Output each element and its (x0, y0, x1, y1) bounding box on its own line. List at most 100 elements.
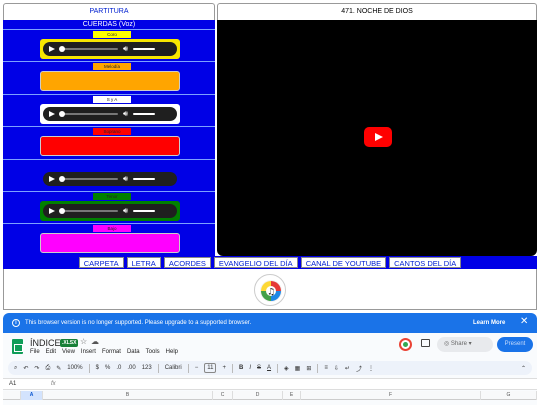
volume-icon[interactable]: 🔊︎ (123, 109, 128, 118)
volume-slider[interactable] (133, 210, 156, 212)
currency-button[interactable]: $ (96, 365, 99, 371)
present-button[interactable]: Present (497, 337, 533, 352)
name-box[interactable]: A1 (9, 379, 16, 390)
audio-player[interactable]: 🔊︎ (43, 106, 177, 121)
play-icon[interactable] (49, 110, 55, 117)
share-label: Share (450, 341, 467, 347)
print-icon[interactable]: ⎙ (45, 365, 50, 372)
formula-bar[interactable]: A1 fx (3, 378, 537, 390)
logo-area: ♫ (3, 269, 537, 310)
seek-slider[interactable] (59, 208, 118, 214)
align-icon[interactable]: ≡ (324, 365, 328, 371)
voice-color-bar[interactable] (40, 136, 180, 157)
volume-icon[interactable]: 🔊︎ (123, 207, 128, 215)
more-icon[interactable]: ⋮ (368, 365, 374, 372)
youtube-play-button[interactable] (364, 127, 392, 147)
comment-icon[interactable] (421, 339, 430, 347)
nav-canal-youtube[interactable]: CANAL DE YOUTUBE (300, 257, 387, 268)
share-button[interactable]: ◎ Share ▾ (437, 337, 493, 352)
menu-file[interactable]: File (30, 349, 40, 355)
nav-evangelio[interactable]: EVANGELIO DEL DÍA (213, 257, 298, 268)
chevron-up-icon[interactable]: ⌃ (521, 365, 526, 372)
font-size-decrease-button[interactable]: − (195, 365, 199, 371)
menu-data[interactable]: Data (127, 349, 140, 355)
menu-help[interactable]: Help (166, 349, 178, 355)
seek-slider[interactable] (59, 46, 118, 52)
number-format-button[interactable]: 123 (142, 365, 152, 371)
merge-cells-icon[interactable]: ⊞ (306, 365, 311, 372)
nav-carpeta[interactable]: CARPETA (78, 257, 124, 268)
undo-icon[interactable]: ↶ (23, 365, 28, 372)
audio-player[interactable]: 🔊︎ (43, 204, 177, 218)
font-select[interactable]: Calibri (165, 365, 182, 371)
menu-edit[interactable]: Edit (46, 349, 56, 355)
cloud-status-icon[interactable]: ☁ (91, 337, 99, 346)
volume-slider[interactable] (133, 48, 156, 50)
avatar[interactable] (399, 338, 412, 351)
column-header-b[interactable]: B (43, 391, 213, 400)
nav-cantos-del-dia[interactable]: CANTOS DEL DÍA (389, 257, 462, 268)
paint-format-icon[interactable]: ✎ (56, 365, 61, 372)
audio-player-frame: 🔊︎ (40, 201, 180, 221)
seek-knob[interactable] (59, 175, 65, 182)
star-icon[interactable]: ☆ (80, 337, 87, 346)
italic-icon[interactable]: I (249, 365, 251, 371)
zoom-select[interactable]: 100% (67, 365, 82, 371)
column-header-a[interactable]: A (21, 391, 43, 400)
font-size-increase-button[interactable]: + (222, 365, 226, 371)
globe-icon: ◎ (444, 341, 451, 347)
search-icon[interactable]: ⌕ (14, 365, 17, 372)
decrease-decimal-button[interactable]: .0 (116, 365, 121, 371)
document-title[interactable]: ÍNDICE (30, 338, 61, 348)
rotate-icon[interactable]: ⤴ (356, 364, 362, 373)
menu-tools[interactable]: Tools (146, 349, 160, 355)
bold-icon[interactable]: B (239, 365, 243, 371)
play-icon[interactable] (49, 46, 55, 52)
column-header-f[interactable]: F (301, 391, 481, 400)
column-header-c[interactable]: C (213, 391, 233, 400)
menu-format[interactable]: Format (102, 349, 121, 355)
nav-letra[interactable]: LETRA (126, 257, 161, 268)
voice-row: Soprano (3, 126, 215, 158)
menu-insert[interactable]: Insert (81, 349, 96, 355)
voice-label (93, 160, 131, 168)
close-icon[interactable]: ✕ (520, 317, 528, 327)
seek-knob[interactable] (59, 208, 65, 214)
menu-view[interactable]: View (62, 349, 75, 355)
seek-knob[interactable] (59, 110, 65, 117)
seek-slider[interactable] (59, 175, 118, 182)
audio-player[interactable]: 🔊︎ (43, 171, 177, 186)
column-header-e[interactable]: E (283, 391, 301, 400)
video-player[interactable] (217, 20, 537, 256)
wrap-icon[interactable]: ↵ (345, 365, 350, 372)
nav-acordes[interactable]: ACORDES (163, 257, 211, 268)
fill-color-icon[interactable]: ◈ (284, 365, 289, 372)
audio-player[interactable]: 🔊︎ (43, 42, 177, 56)
tab-partitura[interactable]: PARTITURA (3, 3, 215, 20)
seek-slider[interactable] (59, 110, 118, 117)
column-header-d[interactable]: D (233, 391, 283, 400)
tab-song-title[interactable]: 471. NOCHE DE DIOS (217, 3, 537, 20)
learn-more-link[interactable]: Learn More (473, 319, 505, 327)
select-all-corner[interactable] (3, 391, 21, 400)
voice-color-bar[interactable] (40, 71, 180, 92)
borders-icon[interactable]: ▦ (295, 365, 301, 372)
volume-icon[interactable]: 🔊︎ (123, 45, 128, 53)
redo-icon[interactable]: ↷ (34, 365, 39, 372)
volume-slider[interactable] (133, 112, 156, 115)
sheets-window: ÍNDICE .XLSX ☆ ☁ File Edit View Insert F… (3, 333, 537, 405)
percent-button[interactable]: % (105, 365, 110, 371)
play-icon[interactable] (49, 208, 55, 214)
text-color-icon[interactable]: A (267, 365, 271, 371)
valign-icon[interactable]: ⇩ (334, 365, 339, 372)
voice-color-bar[interactable] (40, 233, 180, 254)
font-size-input[interactable]: 11 (204, 363, 217, 373)
column-header-g[interactable]: G (481, 391, 537, 400)
volume-slider[interactable] (133, 177, 156, 180)
voice-row: Melodía (3, 61, 215, 93)
play-icon[interactable] (49, 175, 55, 182)
seek-knob[interactable] (59, 46, 65, 52)
strikethrough-icon[interactable]: S (257, 365, 261, 371)
increase-decimal-button[interactable]: .00 (127, 365, 135, 371)
volume-icon[interactable]: 🔊︎ (123, 174, 128, 183)
